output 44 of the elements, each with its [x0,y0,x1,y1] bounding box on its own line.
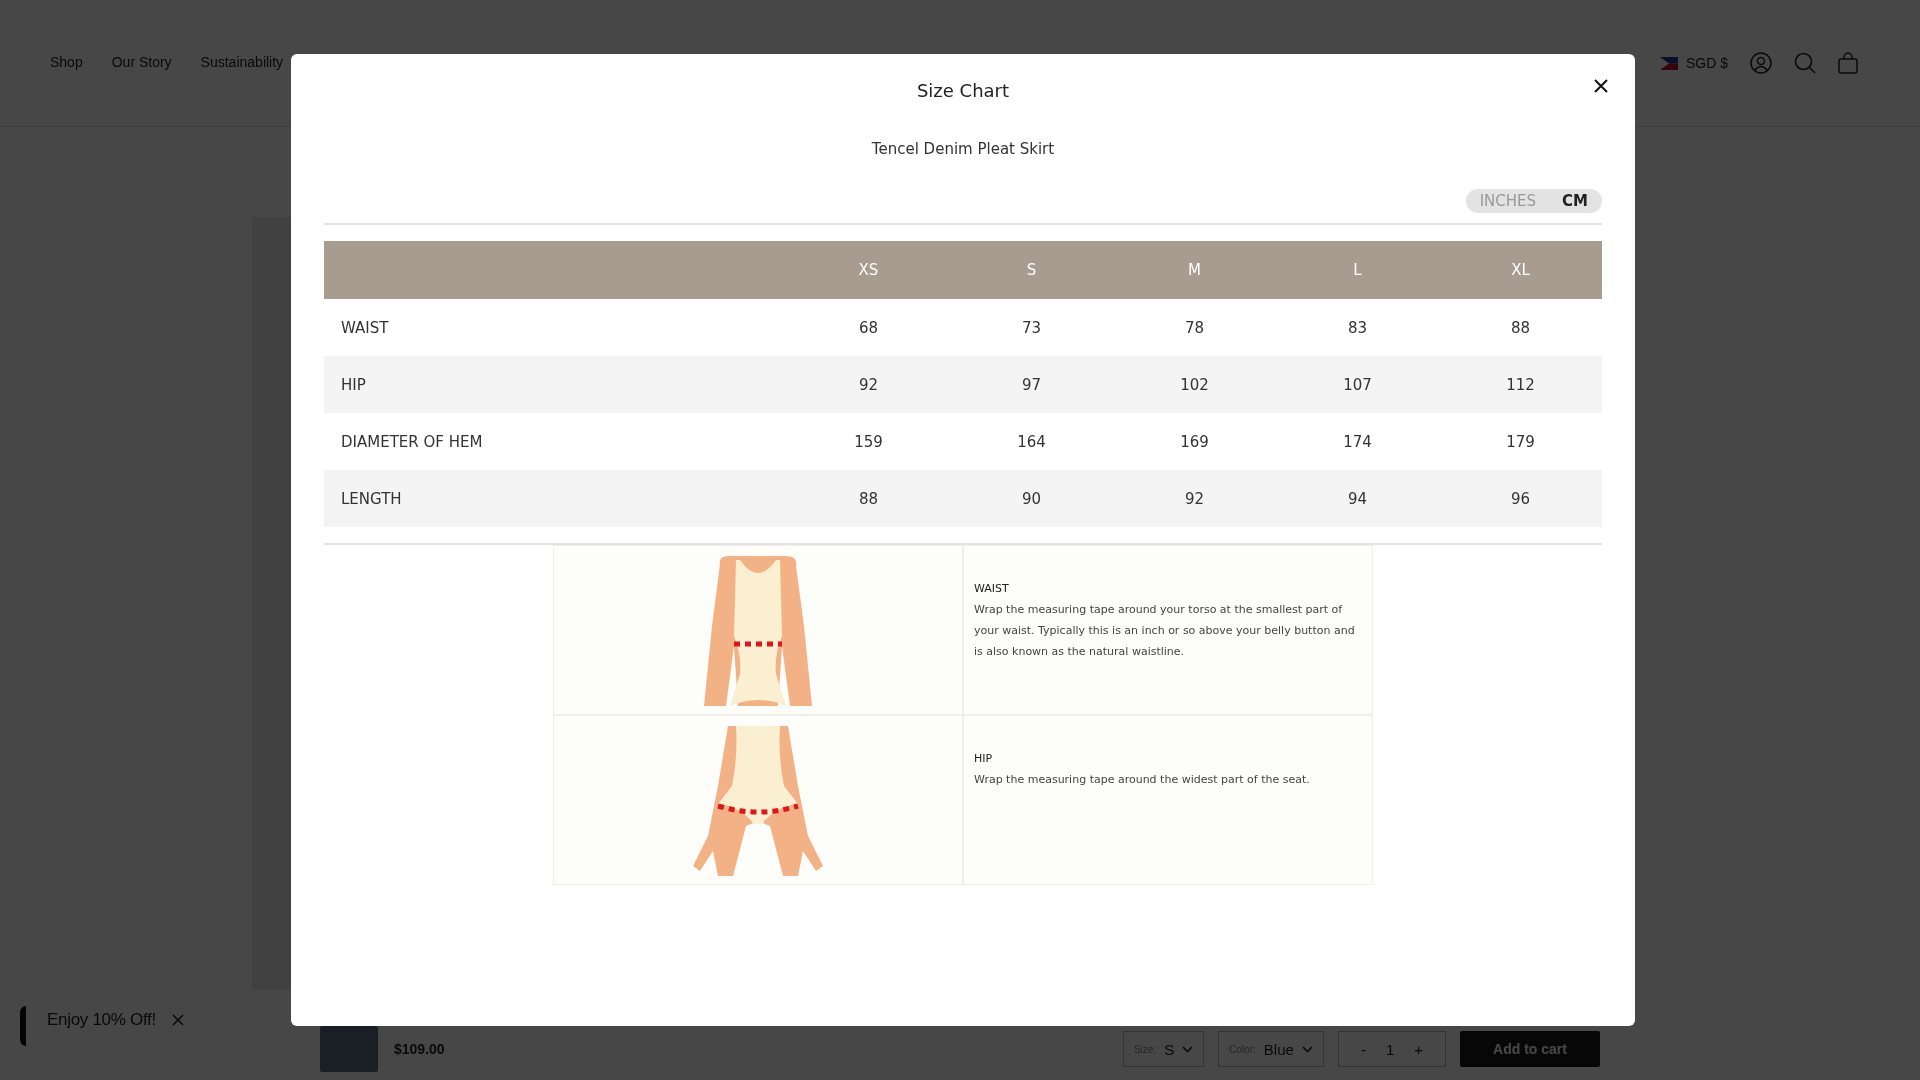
guide-text: Wrap the measuring tape around your torso at the smallest part of your waist. Typically this is an inch or so above your belly button and is also known as the natural waistline. [974,602,1356,660]
table-cell: 94 [1276,470,1439,527]
table-cell: 107 [1276,356,1439,413]
table-cell: 92 [787,356,950,413]
table-cell: 102 [1113,356,1276,413]
table-cell: 73 [950,299,1113,356]
nav-link[interactable]: Shop [50,53,83,70]
header-cell: XL [1439,241,1602,299]
table-cell: 90 [950,470,1113,527]
header-cell: S [950,241,1113,299]
nav-link[interactable]: Our Story [111,53,172,70]
header-cell: M [1113,241,1276,299]
table-cell: 164 [950,413,1113,470]
guide-text: Wrap the measuring tape around the widest part of the seat. [974,772,1311,788]
row-label: DIAMETER OF HEM [324,413,787,470]
product-name: Tencel Denim Pleat Skirt [870,140,1056,158]
table-cell: 159 [787,413,950,470]
unit-option[interactable]: INCHES [1473,192,1543,210]
promo-text: Enjoy 10% Off! [47,1010,156,1030]
table-cell: 112 [1439,356,1602,413]
table-cell: 174 [1276,413,1439,470]
nav-link[interactable]: Sustainability [200,53,284,70]
table-cell: 96 [1439,470,1602,527]
table-cell: 83 [1276,299,1439,356]
table-cell: 78 [1113,299,1276,356]
row-label: WAIST [324,299,787,356]
table-cell: 169 [1113,413,1276,470]
table-cell: 179 [1439,413,1602,470]
table-cell: 92 [1113,470,1276,527]
table-cell: 88 [1439,299,1602,356]
price: $109.00 [394,1041,445,1057]
close-icon[interactable] [1593,78,1609,94]
table-cell: 88 [787,470,950,527]
dialog-title: Size Chart [915,80,1011,101]
unit-option[interactable]: CM [1556,192,1594,210]
header-cell: XS [787,241,950,299]
currency-selector[interactable]: SGD $ [1660,55,1728,71]
table-cell: 97 [950,356,1113,413]
row-label: LENGTH [324,470,787,527]
table-cell: 68 [787,299,950,356]
row-label: HIP [324,356,787,413]
guide-title: WAIST [974,581,1010,597]
header-cell: L [1276,241,1439,299]
guide-title: HIP [974,751,994,767]
